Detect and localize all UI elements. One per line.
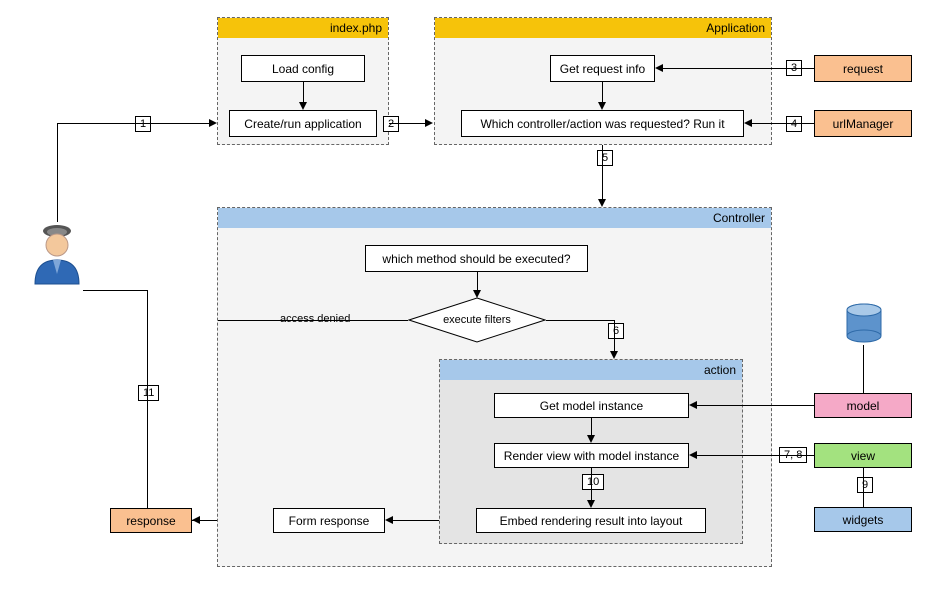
database-icon bbox=[845, 303, 883, 345]
node-load-config: Load config bbox=[241, 55, 365, 82]
node-which-controller: Which controller/action was requested? R… bbox=[461, 110, 744, 137]
num-10: 10 bbox=[582, 474, 604, 490]
chip-model: model bbox=[814, 393, 912, 418]
node-create-run: Create/run application bbox=[229, 110, 377, 137]
connector bbox=[697, 455, 814, 456]
connector bbox=[614, 320, 615, 351]
num-5: 5 bbox=[597, 150, 613, 166]
connector bbox=[602, 145, 603, 199]
node-form-response: Form response bbox=[273, 508, 385, 533]
num-6: 6 bbox=[608, 323, 624, 339]
num-1: 1 bbox=[135, 116, 151, 132]
user-icon bbox=[31, 222, 83, 290]
connector bbox=[863, 468, 864, 507]
connector bbox=[863, 345, 864, 393]
arrow-icon bbox=[473, 290, 481, 298]
arrow-icon bbox=[587, 435, 595, 443]
arrow-icon bbox=[299, 102, 307, 110]
arrow-icon bbox=[385, 516, 393, 524]
arrow-icon bbox=[744, 119, 752, 127]
label-access-denied: access denied bbox=[278, 313, 352, 325]
connector bbox=[303, 82, 304, 102]
node-get-model: Get model instance bbox=[494, 393, 689, 418]
arrow-icon bbox=[598, 199, 606, 207]
label-execute-filters: execute filters bbox=[408, 297, 546, 343]
connector bbox=[389, 123, 425, 124]
connector bbox=[663, 68, 814, 69]
connector bbox=[147, 508, 148, 509]
num-11: 11 bbox=[138, 385, 159, 401]
connector bbox=[83, 290, 147, 291]
connector bbox=[218, 320, 408, 321]
connector bbox=[591, 468, 592, 500]
chip-widgets: widgets bbox=[814, 507, 912, 532]
node-execute-filters: execute filters bbox=[408, 297, 546, 343]
connector bbox=[591, 418, 592, 435]
arrow-icon bbox=[610, 351, 618, 359]
panel-title-action: action bbox=[440, 360, 742, 380]
arrow-icon bbox=[689, 401, 697, 409]
node-embed-layout: Embed rendering result into layout bbox=[476, 508, 706, 533]
connector bbox=[697, 405, 814, 406]
arrow-icon bbox=[587, 500, 595, 508]
connector bbox=[57, 123, 209, 124]
arrow-icon bbox=[655, 64, 663, 72]
panel-title-index: index.php bbox=[218, 18, 388, 38]
connector bbox=[752, 123, 814, 124]
chip-request: request bbox=[814, 55, 912, 82]
node-get-request: Get request info bbox=[550, 55, 655, 82]
node-which-method: which method should be executed? bbox=[365, 245, 588, 272]
panel-title-application: Application bbox=[435, 18, 771, 38]
connector bbox=[546, 320, 614, 321]
node-render-view: Render view with model instance bbox=[494, 443, 689, 468]
chip-response: response bbox=[110, 508, 192, 533]
chip-view: view bbox=[814, 443, 912, 468]
arrow-icon bbox=[209, 119, 217, 127]
arrow-icon bbox=[689, 451, 697, 459]
num-2: 2 bbox=[383, 116, 399, 132]
arrow-icon bbox=[598, 102, 606, 110]
connector bbox=[393, 520, 439, 521]
connector bbox=[477, 272, 478, 290]
connector bbox=[147, 290, 148, 508]
chip-urlmanager: urlManager bbox=[814, 110, 912, 137]
connector bbox=[602, 82, 603, 102]
connector bbox=[57, 123, 58, 222]
num-4: 4 bbox=[786, 116, 802, 132]
arrow-icon bbox=[192, 516, 200, 524]
arrow-icon bbox=[425, 119, 433, 127]
num-9: 9 bbox=[857, 477, 873, 493]
panel-title-controller: Controller bbox=[218, 208, 771, 228]
